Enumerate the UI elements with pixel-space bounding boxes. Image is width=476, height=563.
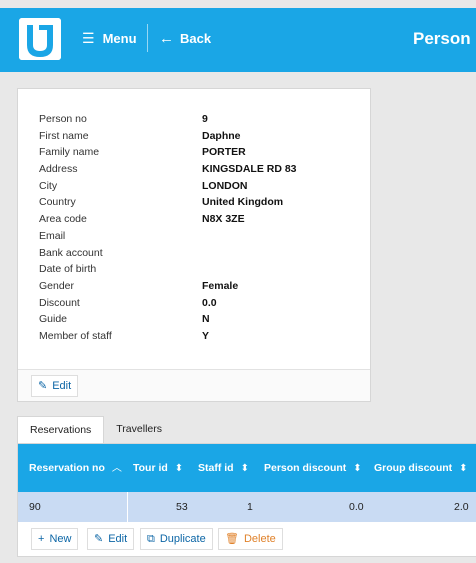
column-header-group-discount[interactable]: Group discount ⬍: [374, 444, 468, 492]
field-label: Bank account: [39, 246, 103, 259]
field-label: Email: [39, 229, 66, 242]
column-divider: [127, 492, 128, 522]
pencil-icon: ✎: [38, 380, 48, 392]
detail-tabs: Reservations Travellers: [17, 416, 174, 443]
reservations-grid: Reservation no ︿ Tour id ⬍ Staff id ⬍ Perso…: [17, 443, 476, 557]
field-label: Family name: [39, 146, 100, 159]
cell-group-discount: 2.0: [454, 501, 469, 513]
cell-person-discount: 0.0: [349, 501, 364, 513]
column-title: Reservation no: [29, 462, 105, 474]
field-value: Y: [202, 329, 210, 342]
field-label: Guide: [39, 313, 68, 326]
cell-reservation-no: 90: [29, 501, 41, 513]
field-label: Gender: [39, 279, 75, 292]
trash-icon: 🗑: [225, 533, 239, 545]
sort-asc-icon: ︿: [111, 463, 122, 474]
column-title: Staff id: [198, 462, 234, 474]
field-label: City: [39, 179, 58, 192]
grid-actions: + New ✎ Edit ⧉ Duplicate 🗑 Delete: [18, 526, 476, 554]
menu-button[interactable]: ☰ Menu: [82, 30, 137, 47]
menu-label: Menu: [102, 31, 137, 46]
app-logo[interactable]: [19, 18, 61, 60]
delete-reservation-button[interactable]: 🗑 Delete: [218, 528, 283, 550]
field-label: Person no: [39, 113, 87, 125]
column-title: Tour id: [133, 462, 168, 474]
field-value: United Kingdom: [202, 196, 284, 209]
column-title: Group discount: [374, 462, 453, 474]
column-header-person-discount[interactable]: Person discount ⬍: [264, 444, 362, 492]
back-button[interactable]: ← Back: [159, 30, 211, 47]
plus-icon: +: [38, 533, 45, 545]
grid-header: Reservation no ︿ Tour id ⬍ Staff id ⬍ Perso…: [18, 444, 476, 492]
edit-label: Edit: [108, 533, 128, 545]
duplicate-label: Duplicate: [159, 533, 206, 545]
field-value: Female: [202, 279, 239, 292]
sort-icon: ⬍: [240, 463, 249, 474]
field-label: Date of birth: [39, 263, 97, 276]
table-row[interactable]: 90 53 1 0.0 2.0: [18, 492, 476, 522]
field-value: LONDON: [202, 179, 248, 192]
field-value: N8X 3ZE: [202, 213, 245, 226]
new-label: New: [49, 533, 72, 545]
field-value: PORTER: [202, 146, 246, 159]
copy-icon: ⧉: [147, 533, 155, 545]
tab-travellers[interactable]: Travellers: [104, 416, 174, 443]
field-value: 9: [202, 113, 208, 125]
field-label: Discount: [39, 296, 80, 309]
column-title: Person discount: [264, 462, 347, 474]
sort-icon: ⬍: [174, 463, 184, 474]
hamburger-icon: ☰: [82, 30, 95, 46]
person-detail-card: Person no 9 First name Daphne Family name P…: [17, 88, 371, 402]
field-label: Country: [39, 196, 76, 209]
back-label: Back: [180, 31, 212, 46]
cell-tour-id: 53: [176, 501, 188, 513]
cell-staff-id: 1: [247, 501, 253, 513]
column-header-reservation-no[interactable]: Reservation no ︿: [29, 444, 122, 492]
field-label: First name: [39, 129, 89, 142]
field-value: KINGSDALE RD 83: [202, 163, 297, 176]
new-reservation-button[interactable]: + New: [31, 528, 79, 550]
field-label: Address: [39, 163, 78, 176]
edit-person-button[interactable]: ✎ Edit: [31, 375, 79, 397]
column-header-staff-id[interactable]: Staff id ⬍: [198, 444, 249, 492]
arrow-left-icon: ←: [159, 30, 174, 47]
field-value: 0.0: [202, 296, 217, 309]
field-value: Daphne: [202, 129, 241, 142]
field-label: Area code: [39, 213, 87, 226]
field-value: N: [202, 313, 210, 326]
top-bar: ☰ Menu ← Back Person: [0, 8, 476, 72]
delete-label: Delete: [243, 533, 276, 545]
card-footer: ✎ Edit: [18, 369, 370, 401]
duplicate-reservation-button[interactable]: ⧉ Duplicate: [140, 528, 213, 550]
sort-icon: ⬍: [353, 463, 362, 474]
edit-label: Edit: [52, 380, 72, 392]
field-label: Member of staff: [39, 329, 112, 342]
sort-icon: ⬍: [459, 463, 468, 474]
toolbar-divider: [147, 24, 148, 52]
tab-reservations[interactable]: Reservations: [17, 416, 105, 443]
page-title: Person: [413, 29, 471, 48]
pencil-icon: ✎: [94, 533, 104, 545]
edit-reservation-button[interactable]: ✎ Edit: [87, 528, 135, 550]
column-header-tour-id[interactable]: Tour id ⬍: [133, 444, 183, 492]
